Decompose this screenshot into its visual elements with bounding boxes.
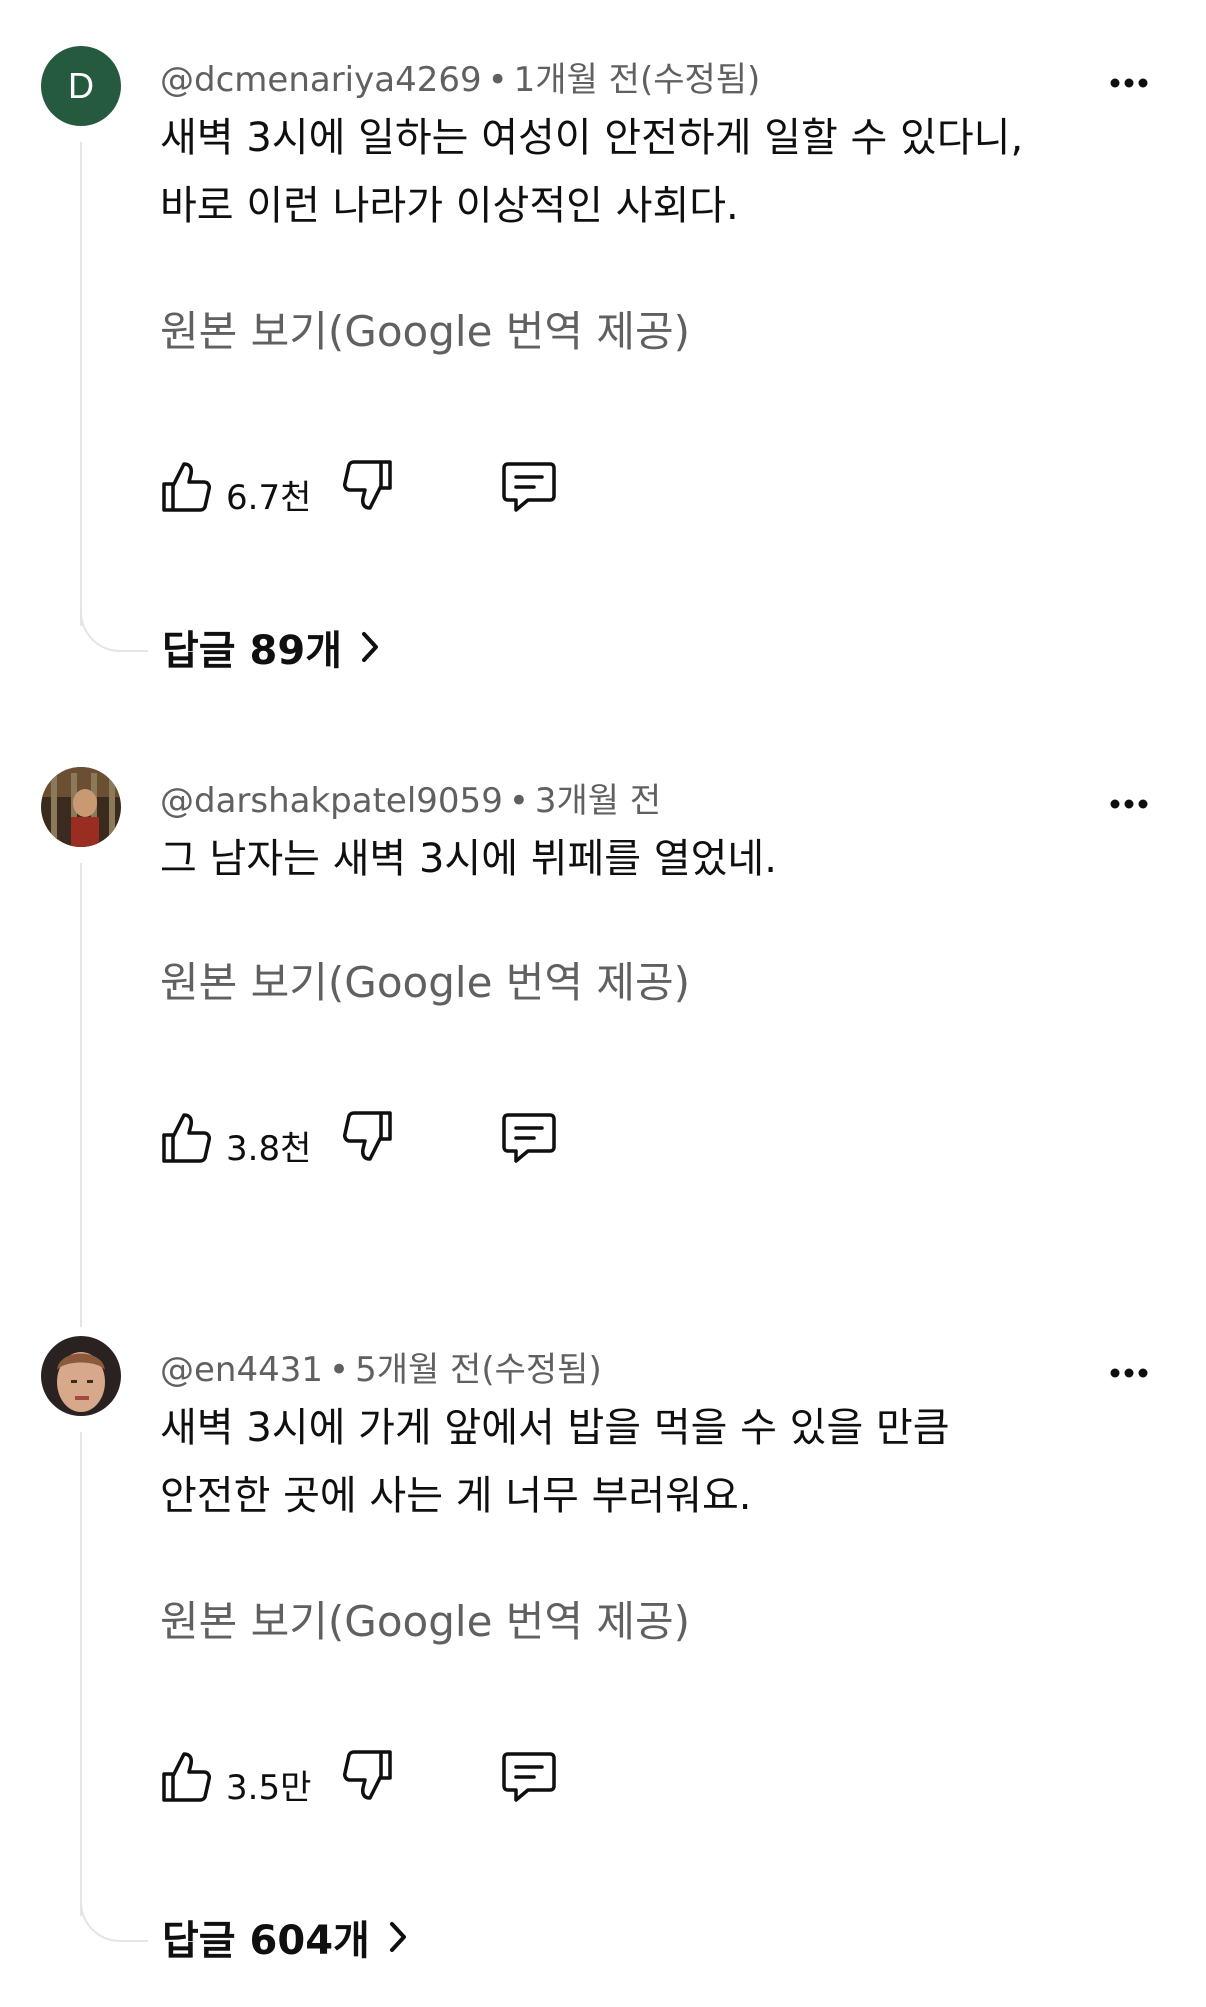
like-button[interactable] bbox=[160, 1748, 212, 1808]
comment-icon bbox=[500, 1109, 558, 1169]
comment-time: 3개월 전 bbox=[534, 781, 662, 821]
meta-separator: • bbox=[508, 781, 529, 821]
view-original-link[interactable]: 원본 보기(Google 번역 제공) bbox=[160, 1588, 690, 1649]
comment-line: 그 남자는 새벽 3시에 뷔페를 열었네. bbox=[160, 836, 777, 882]
more-vertical-icon[interactable] bbox=[1104, 68, 1154, 98]
comment-meta: @dcmenariya4269 • 1개월 전(수정됨) bbox=[160, 52, 760, 101]
thumb-up-icon bbox=[160, 458, 212, 518]
avatar[interactable] bbox=[41, 767, 121, 847]
avatar-letter: D bbox=[68, 65, 94, 106]
view-original-link[interactable]: 원본 보기(Google 번역 제공) bbox=[160, 298, 690, 359]
view-original-link[interactable]: 원본 보기(Google 번역 제공) bbox=[160, 949, 690, 1010]
comment-time: 5개월 전(수정됨) bbox=[355, 1350, 602, 1390]
like-button[interactable] bbox=[160, 1109, 212, 1169]
like-count: 6.7천 bbox=[226, 478, 312, 518]
comment-line: 새벽 3시에 일하는 여성이 안전하게 일할 수 있다니, bbox=[160, 115, 1024, 161]
replies-label: 답글 89개 bbox=[162, 628, 342, 674]
comment-author[interactable]: @dcmenariya4269 bbox=[160, 60, 482, 100]
comment-actions: 6.7천 bbox=[160, 458, 610, 518]
more-vertical-icon[interactable] bbox=[1104, 789, 1154, 819]
comment-text: 새벽 3시에 가게 앞에서 밥을 먹을 수 있을 만큼 안전한 곳에 사는 게 … bbox=[160, 1394, 950, 1530]
comment-actions: 3.5만 bbox=[160, 1748, 610, 1808]
comment-line: 새벽 3시에 가게 앞에서 밥을 먹을 수 있을 만큼 bbox=[160, 1405, 950, 1451]
comment-line: 바로 이런 나라가 이상적인 사회다. bbox=[160, 183, 739, 229]
meta-separator: • bbox=[487, 60, 508, 100]
comment-actions: 3.8천 bbox=[160, 1109, 610, 1169]
thread-curve bbox=[80, 1896, 148, 1942]
avatar[interactable]: D bbox=[41, 46, 121, 126]
reply-button[interactable] bbox=[500, 1748, 558, 1808]
like-count: 3.8천 bbox=[226, 1129, 312, 1169]
dislike-button[interactable] bbox=[342, 458, 394, 518]
thread-line bbox=[80, 863, 82, 1327]
thread-line bbox=[80, 142, 82, 626]
chevron-right-icon bbox=[360, 630, 380, 664]
thumb-down-icon bbox=[342, 1109, 394, 1169]
meta-separator: • bbox=[329, 1350, 350, 1390]
replies-toggle[interactable]: 답글 89개 bbox=[162, 618, 380, 676]
comment-line: 안전한 곳에 사는 게 너무 부러워요. bbox=[160, 1473, 752, 1519]
replies-toggle[interactable]: 답글 604개 bbox=[162, 1908, 408, 1966]
like-button[interactable] bbox=[160, 458, 212, 518]
comment-meta: @darshakpatel9059 • 3개월 전 bbox=[160, 773, 661, 822]
thread-curve bbox=[80, 606, 148, 652]
comment-icon bbox=[500, 458, 558, 518]
avatar[interactable] bbox=[41, 1336, 121, 1416]
more-vertical-icon[interactable] bbox=[1104, 1358, 1154, 1388]
reply-button[interactable] bbox=[500, 458, 558, 518]
thumb-up-icon bbox=[160, 1748, 212, 1808]
comment-text: 그 남자는 새벽 3시에 뷔페를 열었네. bbox=[160, 825, 777, 893]
thread-line bbox=[80, 1432, 82, 1916]
chevron-right-icon bbox=[388, 1920, 408, 1954]
like-count: 3.5만 bbox=[226, 1768, 312, 1808]
thumb-up-icon bbox=[160, 1109, 212, 1169]
comment-author[interactable]: @darshakpatel9059 bbox=[160, 781, 503, 821]
thumb-down-icon bbox=[342, 1748, 394, 1808]
reply-button[interactable] bbox=[500, 1109, 558, 1169]
comment-time: 1개월 전(수정됨) bbox=[513, 60, 761, 100]
comment-author[interactable]: @en4431 bbox=[160, 1350, 323, 1390]
dislike-button[interactable] bbox=[342, 1748, 394, 1808]
dislike-button[interactable] bbox=[342, 1109, 394, 1169]
replies-label: 답글 604개 bbox=[162, 1918, 370, 1964]
thumb-down-icon bbox=[342, 458, 394, 518]
comment-meta: @en4431 • 5개월 전(수정됨) bbox=[160, 1342, 602, 1391]
comment-icon bbox=[500, 1748, 558, 1808]
comment-text: 새벽 3시에 일하는 여성이 안전하게 일할 수 있다니, 바로 이런 나라가 … bbox=[160, 104, 1023, 240]
